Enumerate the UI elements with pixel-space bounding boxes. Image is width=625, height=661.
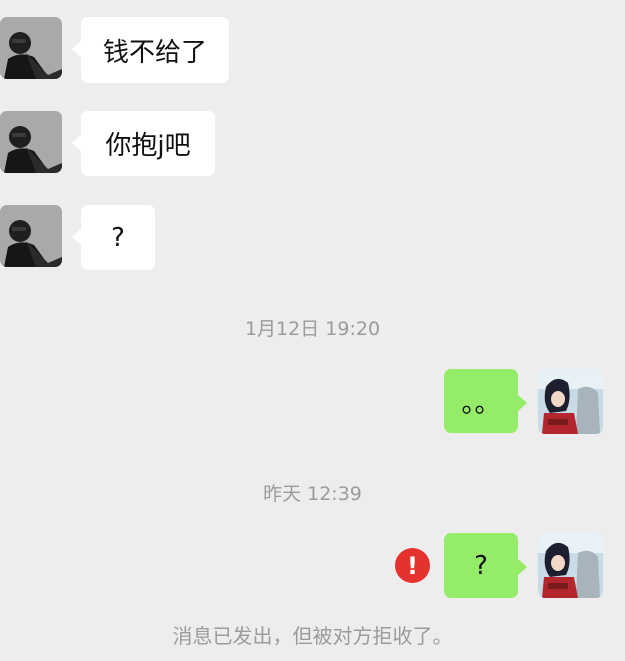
message-bubble-incoming[interactable]: 你抱j吧 <box>72 111 215 176</box>
contact-avatar[interactable] <box>0 111 62 173</box>
message-text: ? <box>111 222 125 253</box>
message-bubble-incoming[interactable]: ? <box>72 205 155 270</box>
message-bubble-outgoing[interactable]: ? <box>444 533 527 598</box>
send-failed-icon[interactable]: ! <box>395 548 430 583</box>
message-text: ? <box>474 550 488 581</box>
message-text: 你抱j吧 <box>105 131 191 161</box>
message-text: 钱不给了 <box>102 37 207 68</box>
system-notice: 消息已发出，但被对方拒收了。 <box>172 624 453 648</box>
message-text: 。。 <box>461 388 501 419</box>
message-bubble-incoming[interactable]: 钱不给了 <box>72 17 229 83</box>
message-bubble-outgoing[interactable]: 。。 <box>444 369 527 433</box>
my-avatar[interactable] <box>538 369 603 434</box>
contact-avatar[interactable] <box>0 205 62 267</box>
timestamp: 1月12日 19:20 <box>244 318 381 340</box>
timestamp: 昨天 12:39 <box>263 483 362 505</box>
my-avatar[interactable] <box>538 533 603 598</box>
contact-avatar[interactable] <box>0 17 62 79</box>
